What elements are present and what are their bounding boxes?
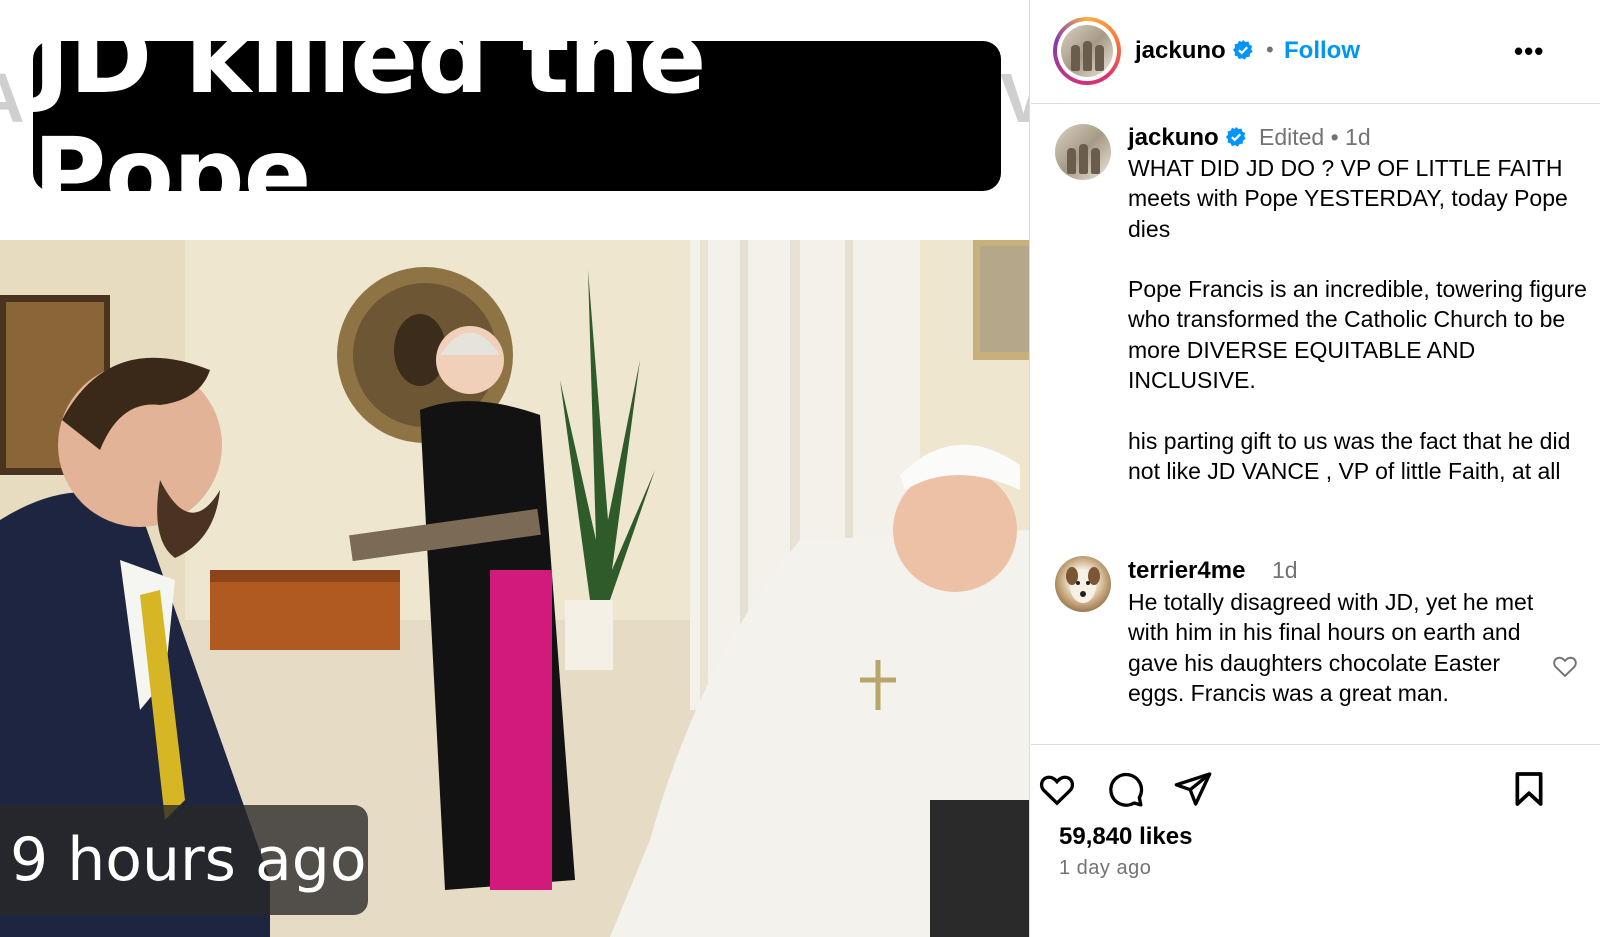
post-age: 1 day ago	[1059, 857, 1152, 879]
comments-section[interactable]: jackuno Edited • 1d WHAT DID JD DO ? VP …	[1031, 104, 1600, 744]
avatar	[1055, 124, 1111, 180]
timestamp-overlay: 9 hours ago	[0, 805, 368, 915]
comment-avatar[interactable]	[1055, 556, 1111, 612]
share-icon[interactable]	[1173, 769, 1213, 809]
avatar-figure	[1091, 148, 1100, 174]
dog-avatar-image	[1066, 567, 1100, 603]
caption-avatar[interactable]	[1055, 124, 1111, 180]
header-separator: •	[1266, 37, 1274, 62]
post-side-panel: jackuno • Follow ••• jackuno Edited • 1d	[1031, 0, 1600, 937]
avatar	[1061, 25, 1113, 77]
caption-username[interactable]: jackuno	[1128, 124, 1247, 152]
avatar-figure	[1083, 41, 1092, 71]
verified-badge-icon	[1226, 126, 1246, 147]
header-username-text[interactable]: jackuno	[1135, 37, 1226, 64]
avatar-figure	[1067, 148, 1076, 174]
timestamp-overlay-text: 9 hours ago	[10, 825, 367, 895]
media-header-area: A V JD killed the Pope	[0, 0, 1029, 240]
comment-text: He totally disagreed with JD, yet he met…	[1128, 589, 1534, 706]
avatar-figure	[1071, 45, 1080, 71]
avatar-figure	[1079, 144, 1088, 174]
headline-banner: JD killed the Pope	[33, 0, 1001, 233]
comment-icon[interactable]	[1105, 769, 1145, 809]
header-username[interactable]: jackuno	[1135, 37, 1254, 65]
caption-text: WHAT DID JD DO ? VP OF LITTLE FAITH meet…	[1128, 153, 1588, 517]
bookmark-icon[interactable]	[1509, 769, 1549, 809]
headline-text: JD killed the Pope	[33, 0, 706, 233]
background-letter-left: A	[0, 58, 25, 138]
likes-count[interactable]: 59,840 likes	[1059, 823, 1192, 851]
follow-button[interactable]: Follow	[1284, 37, 1360, 65]
heart-icon[interactable]	[1037, 769, 1077, 809]
caption-paragraph: WHAT DID JD DO ? VP OF LITTLE FAITH meet…	[1128, 155, 1568, 242]
verified-badge-icon	[1233, 39, 1253, 60]
story-ring-avatar[interactable]	[1053, 17, 1121, 85]
caption-meta: Edited • 1d	[1259, 124, 1371, 150]
post-media[interactable]: A V JD killed the Pope	[0, 0, 1030, 937]
more-icon[interactable]: •••	[1514, 36, 1544, 67]
post-actions: 59,840 likes 1 day ago	[1031, 744, 1600, 937]
comment-like-heart-icon[interactable]	[1551, 652, 1579, 680]
avatar-figure	[1095, 45, 1104, 71]
post-header: jackuno • Follow •••	[1031, 0, 1600, 104]
background-letter-right: V	[1000, 58, 1029, 138]
caption-username-text[interactable]: jackuno	[1128, 124, 1219, 151]
caption-paragraph: his parting gift to us was the fact that…	[1128, 427, 1571, 484]
comment-time: 1d	[1272, 557, 1298, 583]
caption-paragraph: Pope Francis is an incredible, towering …	[1128, 276, 1587, 394]
comment-username[interactable]: terrier4me	[1128, 557, 1245, 585]
